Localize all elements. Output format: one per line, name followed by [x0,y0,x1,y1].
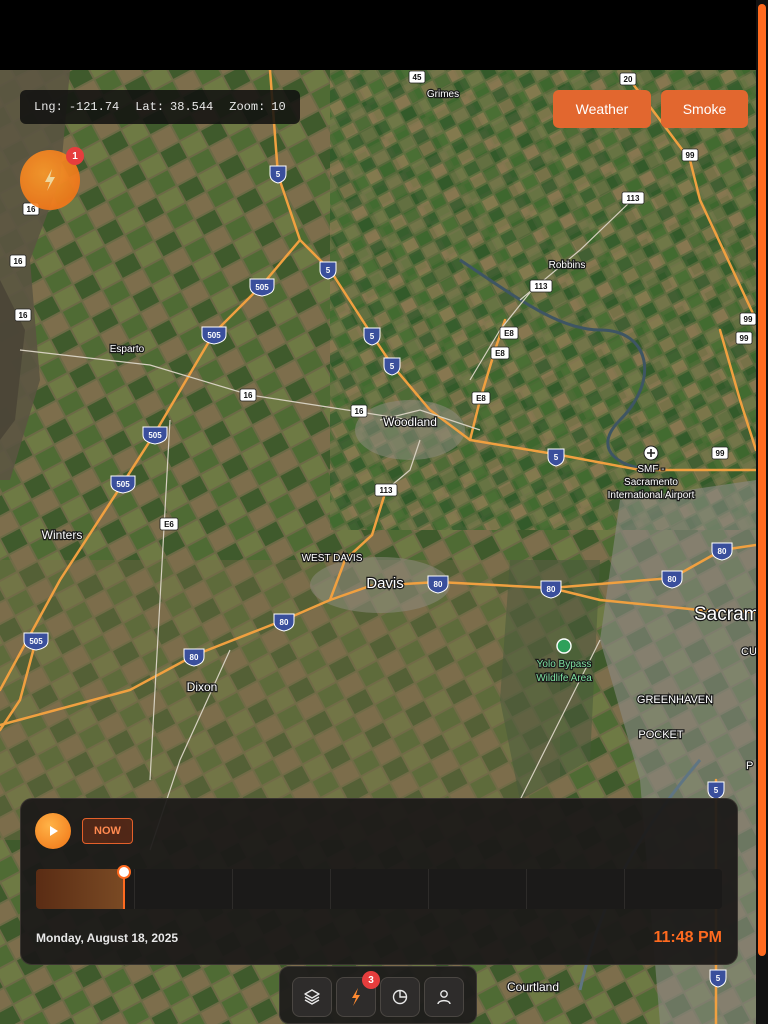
shield-i5b: 5 [326,266,331,275]
timeline-divider [526,869,527,909]
zoom-label: Zoom: [229,100,266,114]
now-button[interactable]: NOW [82,818,133,844]
shield-h99a: 99 [686,151,695,160]
shield-i505b: 505 [207,331,221,340]
shield-i5f: 5 [714,786,719,795]
profile-button[interactable] [424,977,464,1017]
timeline-time: 11:48 PM [653,929,722,946]
lng-label: Lng: [34,100,63,114]
timeline-track[interactable] [36,869,722,909]
shield-h20: 20 [624,75,633,84]
timeline-divider [624,869,625,909]
place-pocket: POCKET [638,729,684,741]
place-smf-line1: SMF - [637,464,664,475]
shield-i5g: 5 [716,974,721,983]
shield-h99c: 99 [740,334,749,343]
place-greenhaven: GREENHAVEN [637,694,713,706]
coordinate-readout: Lng: -121.74 Lat: 38.544 Zoom: 10 [20,90,300,124]
shield-i5c: 5 [370,332,375,341]
shield-i505c: 505 [148,431,162,440]
shield-i5e: 5 [554,453,559,462]
smoke-button[interactable]: Smoke [661,90,748,128]
place-courtland: Courtland [507,980,559,994]
shield-i80a: 80 [718,547,727,556]
shield-h99d: 99 [716,449,725,458]
weather-button[interactable]: Weather [553,90,651,128]
place-davis: Davis [366,575,404,592]
page-scrollbar-track[interactable] [756,0,768,1024]
place-winters: Winters [42,528,83,542]
page-scrollbar-thumb[interactable] [758,4,766,956]
shield-i80b: 80 [434,580,443,589]
shield-h113a: 113 [627,194,640,203]
place-grimes: Grimes [427,89,459,100]
shield-h113b: 113 [535,282,548,291]
shield-h16c: 16 [19,311,28,320]
timeline-divider [134,869,135,909]
fires-count-badge: 3 [362,971,380,989]
layers-button[interactable] [292,977,332,1017]
timeline-date: Monday, August 18, 2025 [36,931,179,945]
timeline-panel: NOW Monday, August 18, 2025 11:48 PM [20,798,738,965]
timeline-divider [428,869,429,909]
place-west-davis: WEST DAVIS [302,553,363,564]
shield-i505e: 505 [29,637,43,646]
shield-i505a: 505 [255,283,269,292]
shield-i80e: 80 [280,618,289,627]
shield-i80d: 80 [668,575,677,584]
place-robbins: Robbins [549,260,586,271]
layers-icon [304,989,320,1005]
shield-h16d: 16 [244,391,253,400]
top-bar [0,0,768,70]
bottom-toolbar: 3 [279,966,477,1024]
place-cu: CU [741,646,756,658]
statistics-button[interactable] [380,977,420,1017]
timeline-progress-fill [36,869,124,909]
park-icon[interactable] [556,638,572,654]
shield-h99b: 99 [744,315,753,324]
shield-h45: 45 [413,73,422,82]
shield-h16b: 16 [14,257,23,266]
play-button[interactable] [35,813,71,849]
shield-h16e: 16 [355,407,364,416]
shield-i505d: 505 [116,480,130,489]
shield-e8c: E8 [476,394,486,403]
place-esparto: Esparto [110,344,145,355]
shield-h113c: 113 [380,486,393,495]
timeline-divider [232,869,233,909]
timeline-divider [330,869,331,909]
lat-label: Lat: [135,100,165,114]
place-yolo-line1: Yolo Bypass [537,659,592,670]
shield-e8b: E8 [495,349,505,358]
user-icon [437,990,451,1005]
place-smf-line3: International Airport [608,490,695,501]
lng-value: -121.74 [68,100,120,114]
place-smf-line2: Sacramento [624,477,678,488]
shield-e6: E6 [164,520,174,529]
pie-chart-icon [392,989,408,1005]
lat-value: 38.544 [170,100,214,114]
place-p: P [746,760,753,772]
shield-i80c: 80 [547,585,556,594]
fire-icon [352,988,360,1006]
shield-e8a: E8 [504,329,514,338]
place-yolo-line2: Wildlife Area [536,673,592,684]
timeline-scrubber-handle[interactable] [117,865,131,879]
shield-i5d: 5 [390,362,395,371]
fire-cluster-count-badge: 1 [66,147,84,165]
shield-i80f: 80 [190,653,199,662]
zoom-value: 10 [271,100,286,114]
place-woodland: Woodland [383,415,437,429]
shield-i5a: 5 [276,170,281,179]
play-icon [50,826,58,836]
place-dixon: Dixon [187,680,218,694]
place-sacramento: Sacram [694,604,756,625]
